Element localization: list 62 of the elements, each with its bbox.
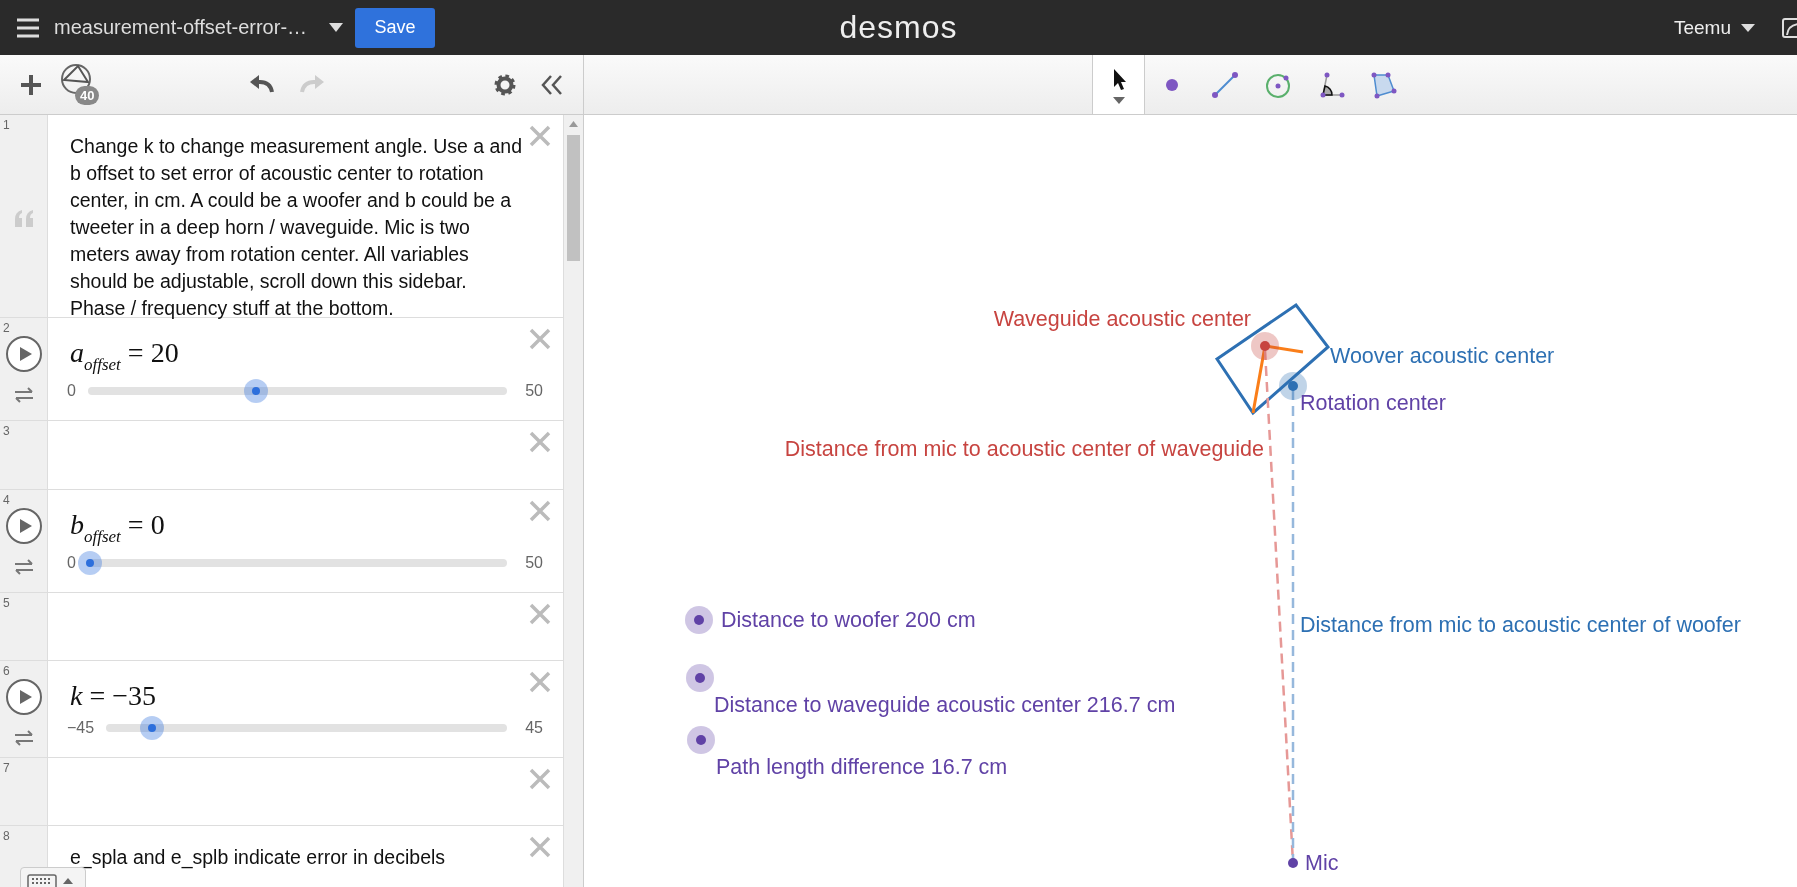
slider-expression[interactable]: b$_{offset}$ = 0 — [70, 490, 165, 547]
settings-icon[interactable] — [493, 72, 517, 97]
expression-number: 5 — [3, 596, 10, 610]
expression-number: 8 — [3, 829, 10, 843]
add-icon[interactable] — [20, 73, 42, 96]
scroll-up-icon[interactable] — [569, 121, 578, 127]
slider-max: 50 — [525, 554, 543, 572]
slider-thumb[interactable] — [77, 551, 102, 575]
expression-number: 3 — [3, 424, 10, 438]
graph-label: Rotation center — [1300, 391, 1446, 415]
play-button[interactable] — [4, 335, 43, 373]
repeat-icon[interactable] — [12, 559, 35, 575]
caret-icon[interactable] — [1741, 23, 1755, 32]
expression-number: 7 — [3, 761, 10, 775]
graph-label: Distance from mic to acoustic center of waveguide — [784, 437, 1264, 461]
segment-icon — [1210, 70, 1239, 99]
caret-icon[interactable] — [329, 23, 344, 32]
graph-title[interactable]: measurement-offset-error-… — [54, 16, 308, 39]
repeat-icon[interactable] — [12, 730, 35, 746]
slider-expression[interactable]: a$_{offset}$ = 20 — [70, 318, 179, 375]
logo: desmos — [839, 9, 958, 46]
play-button[interactable] — [4, 678, 43, 716]
quote-icon — [12, 209, 35, 227]
graph-point[interactable] — [685, 606, 713, 634]
play-button[interactable] — [4, 507, 43, 545]
graph-label: Mic — [1305, 851, 1339, 875]
user-name[interactable]: Teemu — [1673, 16, 1731, 39]
slider-max: 45 — [525, 719, 543, 737]
pointer-tool[interactable] — [1092, 55, 1145, 114]
graph-label: Distance to woofer 200 cm — [721, 608, 976, 632]
caret-icon — [63, 878, 73, 884]
slider-min: 0 — [67, 554, 76, 572]
repeat-icon[interactable] — [12, 387, 35, 403]
expression-number: 4 — [3, 493, 10, 507]
expression-number: 2 — [3, 321, 10, 335]
caret-icon — [1112, 97, 1125, 104]
slider-thumb[interactable] — [244, 379, 268, 403]
graph-point[interactable] — [687, 726, 715, 754]
collapse-icon[interactable] — [541, 73, 563, 96]
share-icon[interactable] — [1781, 16, 1797, 39]
graph-label: Woover acoustic center — [1330, 344, 1555, 368]
save-button[interactable]: Save — [355, 7, 436, 48]
expression-number: 1 — [3, 118, 10, 132]
graph-label: Distance from mic to acoustic center of woofer — [1300, 613, 1741, 637]
menu-icon[interactable] — [16, 17, 40, 38]
slider-thumb[interactable] — [140, 716, 165, 740]
graph-label: Waveguide acoustic center — [993, 307, 1251, 331]
graph-label: Distance to waveguide acoustic center 216.7 cm — [714, 693, 1176, 717]
slider-max: 50 — [525, 382, 543, 400]
polygon-icon — [1369, 70, 1398, 99]
graph-point[interactable] — [1251, 332, 1279, 360]
expression-count: 40 — [75, 85, 100, 105]
note-text: Change k to change measurement angle. Use a and b offset to set error of acoustic center to rotation center, in cm. A could be a woofer and b could be a tweeter in a deep horn / waveguide. Mic is two meters away from rotation center. All variables should be adjustable, scroll down this sidebar. Phase / frequency stuff at the bottom. — [70, 134, 524, 321]
note-text: e_spla and e_splb indicate error in decibels — [70, 845, 447, 871]
slider-min: 0 — [67, 382, 76, 400]
graph-label: Path length difference 16.7 cm — [716, 755, 1008, 779]
expression-number: 6 — [3, 664, 10, 678]
graph-point[interactable] — [686, 664, 714, 692]
slider-expression[interactable]: k = −35 — [70, 661, 157, 712]
keyboard-icon — [27, 874, 57, 887]
scrollbar-thumb[interactable] — [567, 135, 580, 261]
slider-min: −45 — [67, 719, 95, 737]
